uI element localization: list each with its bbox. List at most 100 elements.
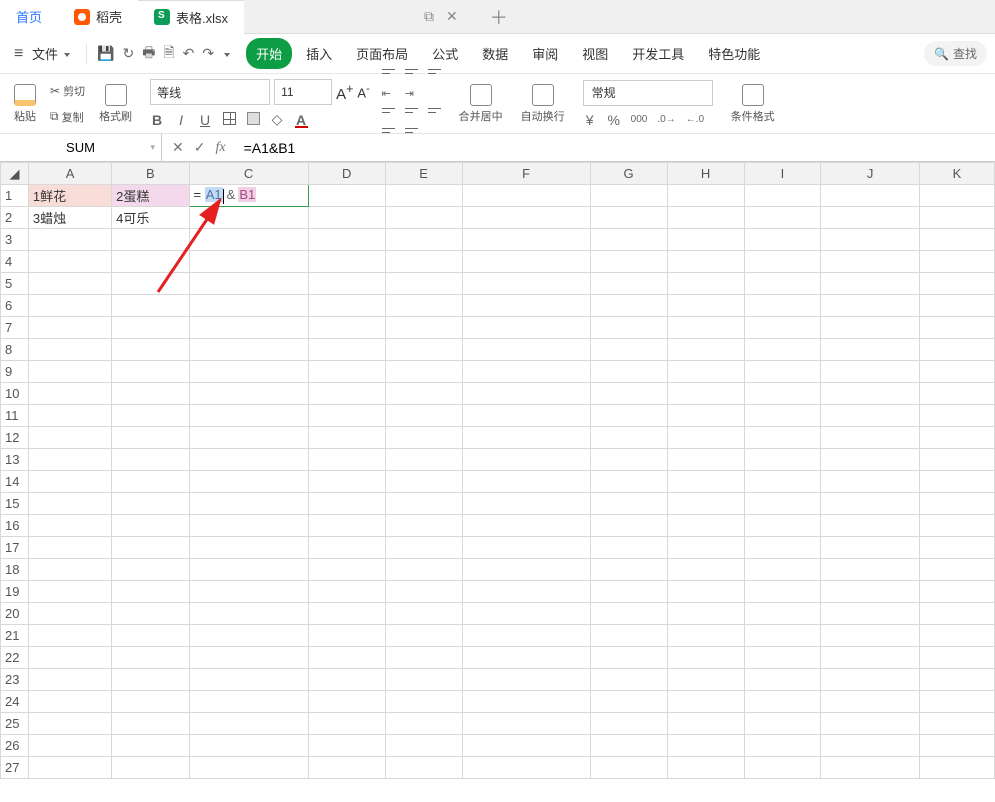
cell-I9[interactable]: [744, 361, 821, 383]
cell-J15[interactable]: [821, 493, 920, 515]
cell-E25[interactable]: [385, 713, 462, 735]
cell-A19[interactable]: [28, 581, 111, 603]
cell-H7[interactable]: [667, 317, 744, 339]
cell-I19[interactable]: [744, 581, 821, 603]
cell-F19[interactable]: [462, 581, 590, 603]
cell-E24[interactable]: [385, 691, 462, 713]
merge-center-group[interactable]: 合并居中: [453, 74, 509, 133]
cell-E7[interactable]: [385, 317, 462, 339]
border-button[interactable]: [222, 112, 236, 128]
cell-H17[interactable]: [667, 537, 744, 559]
cell-J11[interactable]: [821, 405, 920, 427]
cell-B27[interactable]: [112, 757, 189, 779]
name-box-dropdown-icon[interactable]: ▾: [150, 142, 155, 153]
cell-A22[interactable]: [28, 647, 111, 669]
cell-E21[interactable]: [385, 625, 462, 647]
cell-F27[interactable]: [462, 757, 590, 779]
cell-I23[interactable]: [744, 669, 821, 691]
cell-A14[interactable]: [28, 471, 111, 493]
cut-button[interactable]: ✂剪切: [48, 81, 87, 101]
cell-A27[interactable]: [28, 757, 111, 779]
cell-K23[interactable]: [919, 669, 994, 691]
font-increase-icon[interactable]: A+: [336, 82, 353, 103]
row-header-1[interactable]: 1: [1, 185, 29, 207]
cell-A7[interactable]: [28, 317, 111, 339]
cell-B11[interactable]: [112, 405, 189, 427]
cell-E1[interactable]: [385, 185, 462, 207]
cell-D13[interactable]: [308, 449, 385, 471]
cell-E2[interactable]: [385, 207, 462, 229]
cell-J8[interactable]: [821, 339, 920, 361]
cell-H10[interactable]: [667, 383, 744, 405]
align-right-icon[interactable]: [428, 106, 441, 120]
menu-data[interactable]: 数据: [472, 38, 518, 69]
cell-F1[interactable]: [462, 185, 590, 207]
cell-K5[interactable]: [919, 273, 994, 295]
cell-E23[interactable]: [385, 669, 462, 691]
cell-G2[interactable]: [590, 207, 667, 229]
cell-A21[interactable]: [28, 625, 111, 647]
cell-H2[interactable]: [667, 207, 744, 229]
cell-A17[interactable]: [28, 537, 111, 559]
cell-H24[interactable]: [667, 691, 744, 713]
cell-F24[interactable]: [462, 691, 590, 713]
cell-F5[interactable]: [462, 273, 590, 295]
cell-I8[interactable]: [744, 339, 821, 361]
cell-H3[interactable]: [667, 229, 744, 251]
cell-K1[interactable]: [919, 185, 994, 207]
cell-C2[interactable]: [189, 207, 308, 229]
name-box[interactable]: ▾: [0, 134, 162, 161]
wrap-text-group[interactable]: 自动换行: [515, 74, 571, 133]
align-left-icon[interactable]: [382, 106, 395, 120]
cell-A5[interactable]: [28, 273, 111, 295]
conditional-format-group[interactable]: 条件格式: [725, 74, 781, 133]
tab-close-icon[interactable]: ✕: [446, 8, 458, 25]
cell-I17[interactable]: [744, 537, 821, 559]
cell-E20[interactable]: [385, 603, 462, 625]
cell-K27[interactable]: [919, 757, 994, 779]
cell-A3[interactable]: [28, 229, 111, 251]
cell-K22[interactable]: [919, 647, 994, 669]
cell-D27[interactable]: [308, 757, 385, 779]
cell-C27[interactable]: [189, 757, 308, 779]
qat-more-icon[interactable]: [222, 46, 230, 62]
cell-B7[interactable]: [112, 317, 189, 339]
cell-F26[interactable]: [462, 735, 590, 757]
cell-A10[interactable]: [28, 383, 111, 405]
cell-C24[interactable]: [189, 691, 308, 713]
row-header-16[interactable]: 16: [1, 515, 29, 537]
cell-F21[interactable]: [462, 625, 590, 647]
cell-D11[interactable]: [308, 405, 385, 427]
currency-button[interactable]: ¥: [583, 112, 597, 128]
cell-I24[interactable]: [744, 691, 821, 713]
cell-F18[interactable]: [462, 559, 590, 581]
cell-A2[interactable]: 3蜡烛: [28, 207, 111, 229]
row-header-11[interactable]: 11: [1, 405, 29, 427]
cell-E14[interactable]: [385, 471, 462, 493]
fx-icon[interactable]: fx: [215, 140, 225, 156]
cell-F10[interactable]: [462, 383, 590, 405]
cell-D2[interactable]: [308, 207, 385, 229]
cell-K9[interactable]: [919, 361, 994, 383]
cell-K3[interactable]: [919, 229, 994, 251]
cell-A16[interactable]: [28, 515, 111, 537]
cell-G20[interactable]: [590, 603, 667, 625]
row-header-23[interactable]: 23: [1, 669, 29, 691]
cell-E15[interactable]: [385, 493, 462, 515]
cell-I5[interactable]: [744, 273, 821, 295]
cell-F7[interactable]: [462, 317, 590, 339]
number-format-select[interactable]: 常规: [583, 80, 713, 106]
cell-J13[interactable]: [821, 449, 920, 471]
cell-K19[interactable]: [919, 581, 994, 603]
cell-C1[interactable]: = A1&B1: [189, 185, 308, 207]
cell-C18[interactable]: [189, 559, 308, 581]
row-header-21[interactable]: 21: [1, 625, 29, 647]
cell-I6[interactable]: [744, 295, 821, 317]
row-header-15[interactable]: 15: [1, 493, 29, 515]
cell-E9[interactable]: [385, 361, 462, 383]
cell-I1[interactable]: [744, 185, 821, 207]
cell-A6[interactable]: [28, 295, 111, 317]
accept-formula-icon[interactable]: ✓: [194, 139, 206, 156]
cell-D5[interactable]: [308, 273, 385, 295]
row-header-27[interactable]: 27: [1, 757, 29, 779]
